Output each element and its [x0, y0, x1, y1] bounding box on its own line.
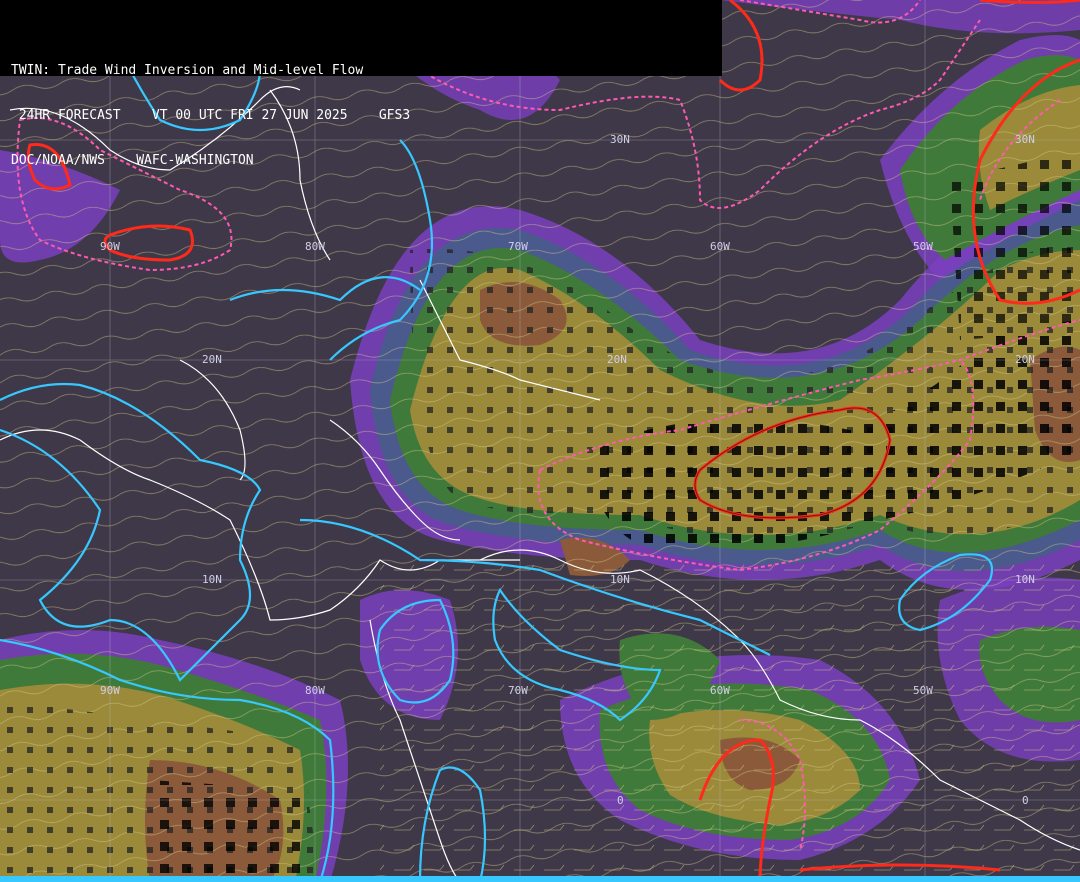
header-forecast-line: 24HR FORECAST VT 00 UTC FRI 27 JUN 2025 …: [11, 108, 411, 123]
map-header: TWIN: Trade Wind Inversion and Mid-level…: [0, 0, 722, 168]
lon-label-70w-bottom: 70W: [508, 684, 528, 697]
lon-label-80w-top: 80W: [305, 240, 325, 253]
lat-label-eq-mid: 0: [617, 794, 624, 807]
lon-label-70w-top: 70W: [508, 240, 528, 253]
lat-label-10n-mid: 10N: [610, 573, 630, 586]
lon-label-50w-top: 50W: [913, 240, 933, 253]
lon-label-60w-top: 60W: [710, 240, 730, 253]
lon-label-80w-bottom: 80W: [305, 684, 325, 697]
lon-label-90w-bottom: 90W: [100, 684, 120, 697]
lat-label-20n-west: 20N: [202, 353, 222, 366]
twin-forecast-map: 30N 30N 20N 20N 20N 10N 10N 10N 90W 80W …: [0, 0, 1080, 882]
lat-label-10n-east: 10N: [1015, 573, 1035, 586]
lon-label-60w-bottom: 60W: [710, 684, 730, 697]
header-agency-line: DOC/NOAA/NWS WAFC-WASHINGTON: [11, 153, 254, 168]
lon-label-50w-bottom: 50W: [913, 684, 933, 697]
lat-label-10n-west: 10N: [202, 573, 222, 586]
lat-label-20n-mid: 20N: [607, 353, 627, 366]
lat-label-30n-east: 30N: [1015, 133, 1035, 146]
lat-label-eq-east: 0: [1022, 794, 1029, 807]
lat-label-20n-east: 20N: [1015, 353, 1035, 366]
bottom-border: [0, 876, 1080, 882]
lon-label-90w-top: 90W: [100, 240, 120, 253]
header-title: TWIN: Trade Wind Inversion and Mid-level…: [11, 63, 364, 78]
